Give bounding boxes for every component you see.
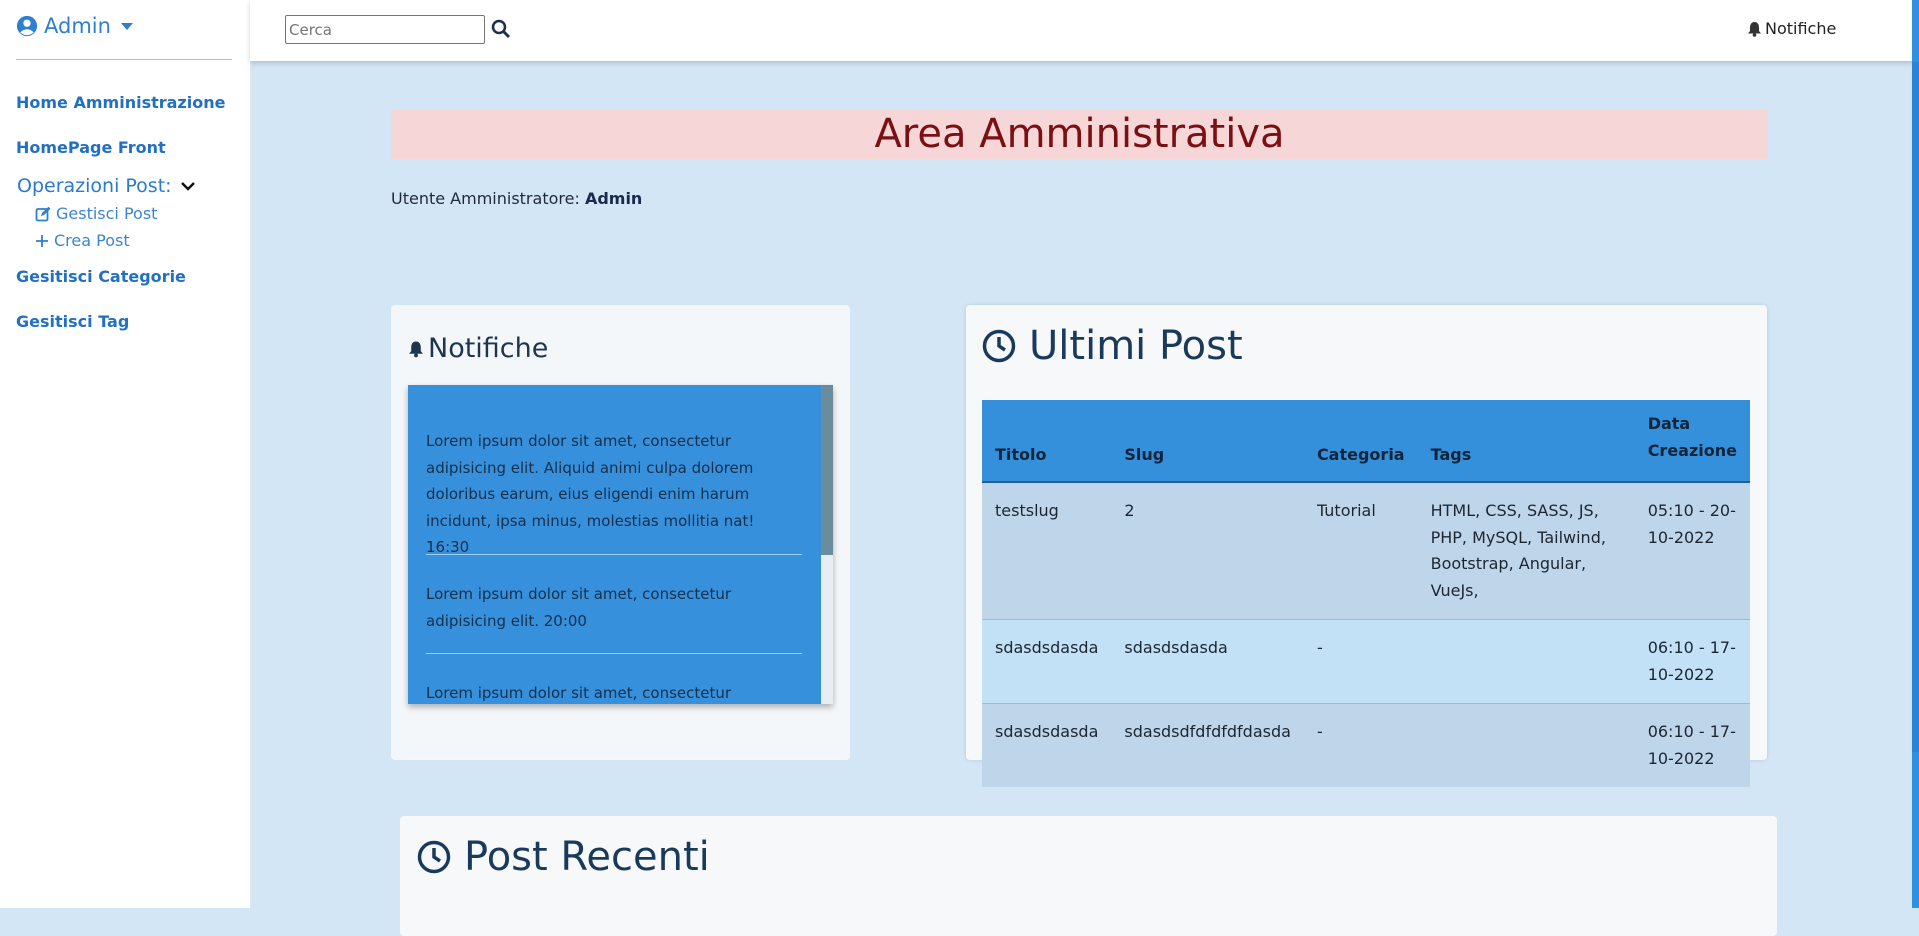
- notification-item: Lorem ipsum dolor sit amet, consectetur: [426, 684, 732, 702]
- table-cell: [1417, 619, 1635, 704]
- latest-posts-title-text: Ultimi Post: [1029, 323, 1243, 369]
- admin-user-menu[interactable]: Admin: [16, 14, 133, 38]
- table-cell: 2: [1111, 481, 1304, 620]
- latest-posts-panel: Ultimi Post Titolo Slug Categoria Tags D…: [966, 305, 1767, 787]
- admin-user-info-name: Admin: [584, 189, 643, 208]
- topbar-notifications-label: Notifiche: [1765, 19, 1837, 38]
- table-cell: 06:10 - 17-10-2022: [1634, 703, 1750, 787]
- table-cell: HTML, CSS, SASS, JS, PHP, MySQL, Tailwin…: [1417, 481, 1635, 620]
- table-cell: 06:10 - 17-10-2022: [1634, 619, 1750, 704]
- clock-icon: [417, 840, 451, 874]
- table-cell: sdasdsdasda: [982, 619, 1112, 704]
- sidebar-item-home-admin[interactable]: Home Amministrazione: [16, 93, 225, 112]
- notifications-scrollbar-thumb[interactable]: [821, 385, 833, 555]
- create-post-label: Crea Post: [54, 231, 130, 250]
- table-cell: -: [1303, 619, 1418, 704]
- admin-user-info: Utente Amministratore: Admin: [391, 189, 642, 208]
- recent-posts-title-text: Post Recenti: [464, 834, 710, 880]
- table-cell: [1417, 703, 1635, 787]
- notifications-panel-title-text: Notifiche: [428, 333, 549, 364]
- table-header-row: Titolo Slug Categoria Tags Data Creazion…: [982, 400, 1750, 483]
- table-cell: sdasdsdfdfdfdfdasda: [1111, 703, 1304, 787]
- column-header: Categoria: [1303, 400, 1418, 483]
- notifications-panel: Notifiche Lorem ipsum dolor sit amet, co…: [391, 305, 850, 760]
- latest-posts-title: Ultimi Post: [982, 323, 1243, 369]
- recent-posts-panel: Post Recenti: [400, 816, 1777, 936]
- notifications-list[interactable]: Lorem ipsum dolor sit amet, consectetur …: [408, 385, 833, 704]
- column-header: Tags: [1417, 400, 1635, 483]
- table-row[interactable]: testslug 2 Tutorial HTML, CSS, SASS, JS,…: [982, 481, 1750, 620]
- page-title-banner: Area Amministrativa: [391, 110, 1768, 159]
- table-cell: Tutorial: [1303, 481, 1418, 620]
- plus-icon: [36, 234, 48, 247]
- sidebar-item-tags[interactable]: Gesitisci Tag: [16, 312, 129, 331]
- latest-posts-table: Titolo Slug Categoria Tags Data Creazion…: [982, 400, 1750, 787]
- sidebar: Admin Home Amministrazione HomePage Fron…: [0, 0, 251, 908]
- notification-divider: [426, 554, 802, 555]
- manage-posts-label: Gestisci Post: [56, 204, 158, 223]
- recent-posts-title: Post Recenti: [417, 834, 710, 880]
- table-row[interactable]: sdasdsdasda sdasdsdfdfdfdfdasda - 06:10 …: [982, 703, 1750, 787]
- column-header: Slug: [1111, 400, 1304, 483]
- sidebar-item-categories[interactable]: Gesitisci Categorie: [16, 267, 186, 286]
- caret-down-icon: [120, 22, 133, 30]
- notification-item: Lorem ipsum dolor sit amet, consectetur …: [426, 585, 732, 630]
- sidebar-subitem-create-post[interactable]: Crea Post: [35, 231, 130, 250]
- search-input[interactable]: [285, 15, 485, 44]
- search-icon[interactable]: [491, 19, 511, 39]
- clock-icon: [982, 329, 1016, 363]
- bell-icon: [409, 341, 423, 357]
- sidebar-divider: [16, 59, 232, 60]
- table-cell: sdasdsdasda: [982, 703, 1112, 787]
- sidebar-operations-toggle[interactable]: Operazioni Post:: [17, 175, 196, 197]
- table-cell: testslug: [982, 481, 1112, 620]
- table-cell: 05:10 - 20-10-2022: [1634, 481, 1750, 620]
- table-row[interactable]: sdasdsdasda sdasdsdasda - 06:10 - 17-10-…: [982, 619, 1750, 704]
- sidebar-item-homepage-front[interactable]: HomePage Front: [16, 138, 166, 157]
- table-cell: sdasdsdasda: [1111, 619, 1304, 704]
- sidebar-operations-label: Operazioni Post:: [17, 175, 172, 197]
- user-circle-icon: [16, 15, 38, 37]
- chevron-down-icon: [180, 182, 195, 191]
- notification-item: Lorem ipsum dolor sit amet, consectetur …: [426, 432, 755, 556]
- admin-user-label: Admin: [44, 14, 111, 38]
- sidebar-subitem-manage-posts[interactable]: Gestisci Post: [35, 204, 157, 223]
- bell-icon: [1748, 21, 1761, 37]
- column-header: Titolo: [982, 400, 1112, 483]
- table-cell: -: [1303, 703, 1418, 787]
- page-scrollbar-thumb[interactable]: [1912, 62, 1919, 752]
- notifications-panel-title: Notifiche: [408, 333, 548, 364]
- column-header: Data Creazione: [1634, 400, 1750, 483]
- notification-divider: [426, 653, 802, 654]
- edit-icon: [35, 206, 51, 221]
- admin-user-info-prefix: Utente Amministratore:: [391, 189, 580, 208]
- topbar-notifications-link[interactable]: Notifiche: [1747, 19, 1836, 38]
